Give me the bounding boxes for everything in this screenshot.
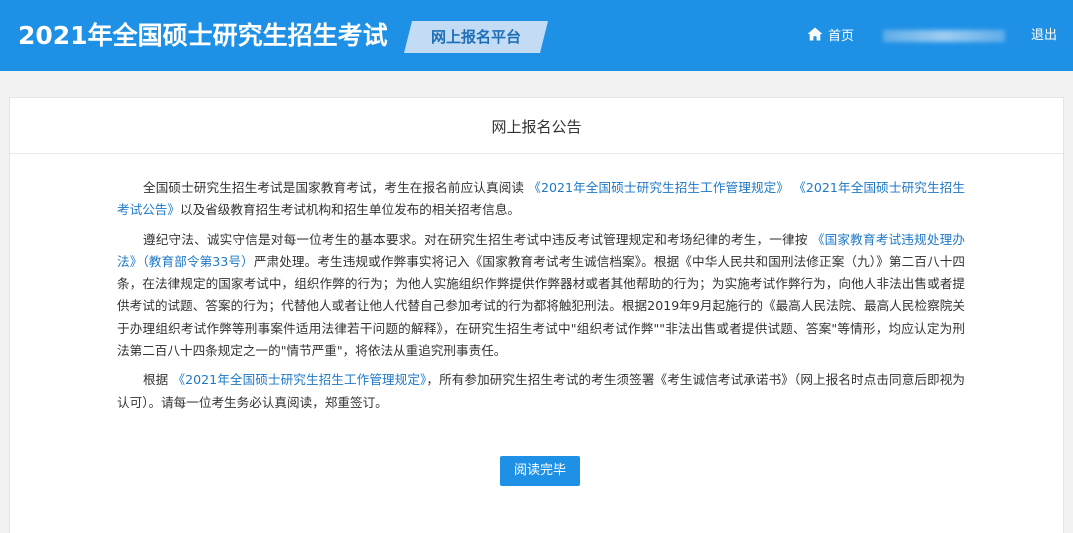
notice-title: 网上报名公告 [10,98,1063,154]
notice-paragraph-3: 根据 《2021年全国硕士研究生招生工作管理规定》，所有参加研究生招生考试的考生… [117,369,965,414]
notice-paragraph-1: 全国硕士研究生招生考试是国家教育考试，考生在报名前应认真阅读 《2021年全国硕… [117,177,965,222]
management-regulation-link[interactable]: 《2021年全国硕士研究生招生工作管理规定》 [528,180,789,195]
site-title: 2021年全国硕士研究生招生考试 [18,21,388,50]
paragraph-text: 以及省级教育招生考试机构和招生单位发布的相关招考信息。 [179,202,520,218]
read-done-button[interactable]: 阅读完毕 [500,456,580,486]
management-regulation-link[interactable]: 《2021年全国硕士研究生招生工作管理规定》 [172,372,426,387]
username-redacted [883,30,1005,42]
platform-label: 网上报名平台 [430,28,521,46]
home-icon [807,27,823,41]
notice-paragraph-2: 遵纪守法、诚实守信是对每一位考生的基本要求。对在研究生招生考试中违反考试管理规定… [117,229,965,363]
logout-link[interactable]: 退出 [1031,24,1057,44]
notice-content: 全国硕士研究生招生考试是国家教育考试，考生在报名前应认真阅读 《2021年全国硕… [117,177,965,421]
home-link[interactable]: 首页 [807,24,854,44]
top-header: 2021年全国硕士研究生招生考试 网上报名平台 首页 退出 [0,0,1073,71]
paragraph-text: 根据 [143,372,173,388]
paragraph-text: 严肃处理。考生违规或作弊事实将记入《国家教育考试考生诚信档案》。根据《中华人民共… [117,253,965,359]
home-label: 首页 [828,28,855,44]
paragraph-text: 遵纪守法、诚实守信是对每一位考生的基本要求。对在研究生招生考试中违反考试管理规定… [143,231,812,247]
paragraph-text: 全国硕士研究生招生考试是国家教育考试，考生在报名前应认真阅读 [143,180,529,195]
notice-card: 网上报名公告 全国硕士研究生招生考试是国家教育考试，考生在报名前应认真阅读 《2… [9,97,1064,533]
